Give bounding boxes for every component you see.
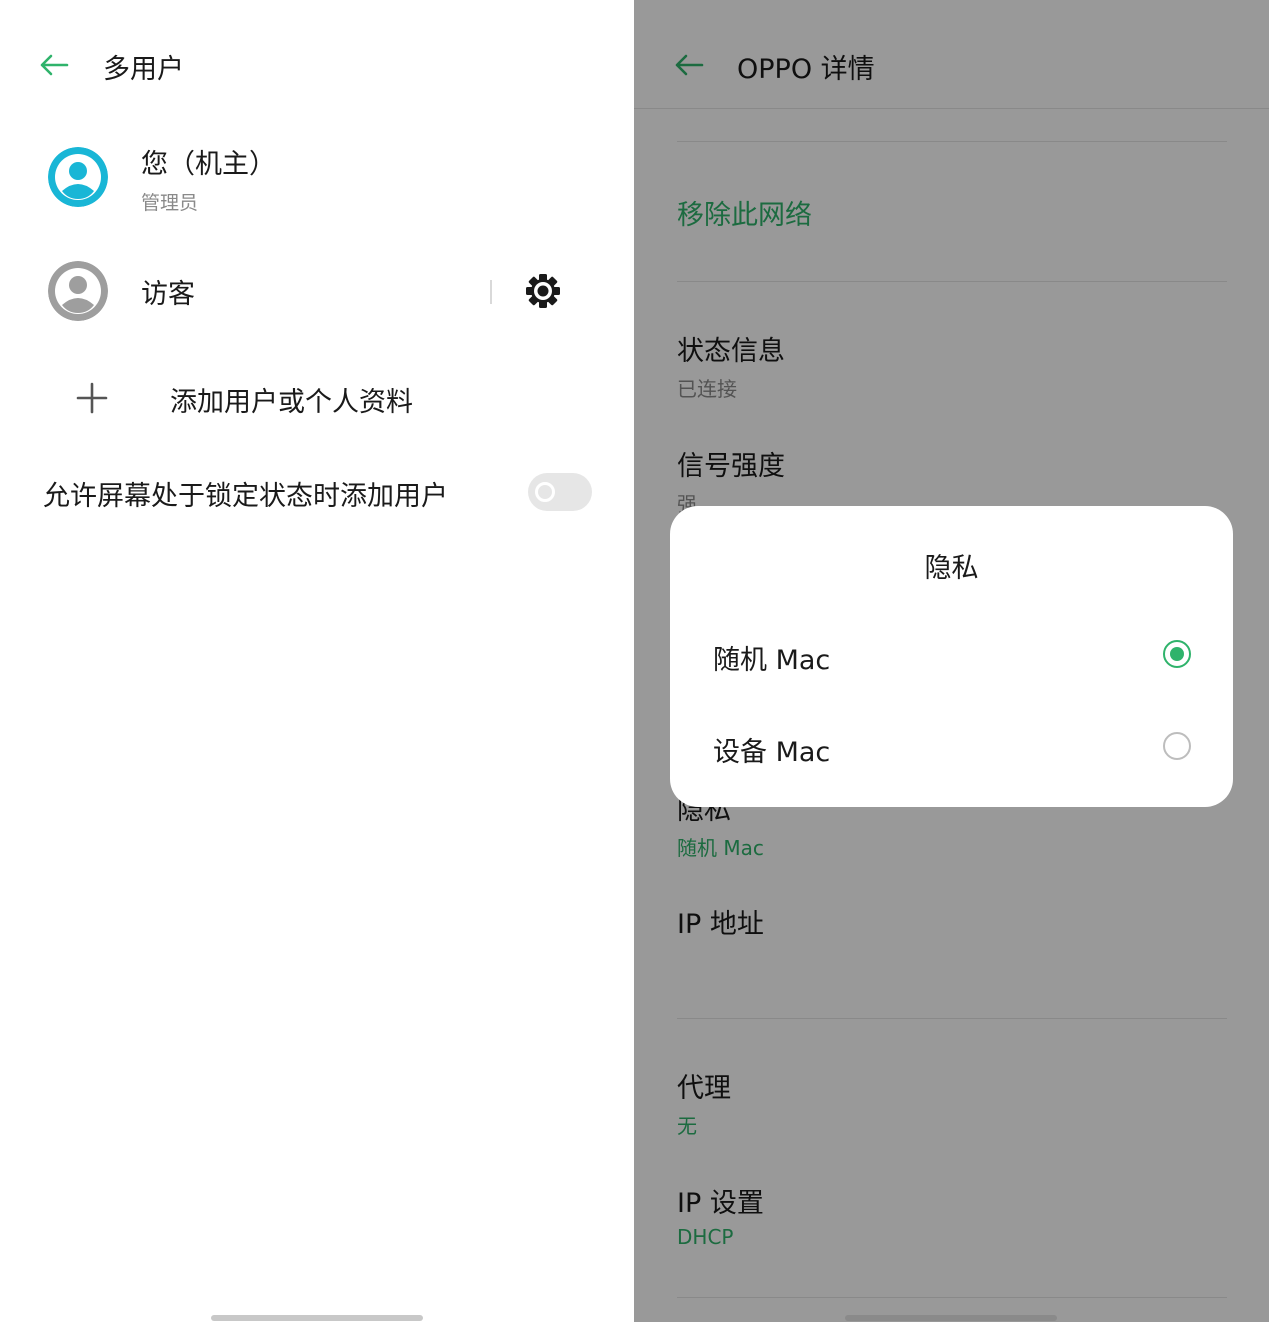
option-label: 随机 Mac [713, 645, 831, 676]
option-device-mac[interactable]: 设备 Mac [670, 708, 1233, 784]
lock-screen-add-label: 允许屏幕处于锁定状态时添加用户 [43, 481, 448, 512]
user-role: 管理员 [141, 192, 199, 214]
lock-screen-add-toggle[interactable] [528, 473, 592, 511]
option-random-mac[interactable]: 随机 Mac [670, 616, 1233, 692]
page-title: 多用户 [103, 54, 184, 85]
user-name: 访客 [141, 279, 195, 310]
back-arrow-icon[interactable] [37, 48, 71, 82]
radio-selected[interactable] [1163, 640, 1191, 668]
user-name: 您（机主） [141, 149, 276, 180]
privacy-dialog: 隐私 随机 Mac 设备 Mac [670, 506, 1233, 807]
user-row-guest[interactable]: 访客 [0, 248, 480, 336]
divider [490, 280, 492, 304]
radio-dot [1170, 647, 1184, 661]
user-row-owner[interactable]: 您（机主） 管理员 [0, 128, 634, 228]
multi-user-screen: 多用户 您（机主） 管理员 访客 添加用户或个人资料 允许屏幕处于锁定状态时添加… [0, 0, 634, 1322]
user-avatar-icon [48, 261, 108, 321]
add-user-label: 添加用户或个人资料 [170, 387, 413, 418]
add-user-row[interactable]: 添加用户或个人资料 [0, 362, 634, 434]
radio-unselected[interactable] [1163, 732, 1191, 760]
plus-icon [76, 382, 108, 414]
gear-icon[interactable] [524, 272, 562, 310]
toggle-knob [535, 482, 555, 502]
user-avatar-icon [48, 147, 108, 207]
home-indicator[interactable] [211, 1315, 423, 1321]
dialog-title: 隐私 [924, 553, 979, 584]
wifi-details-screen: OPPO 详情 移除此网络 状态信息 已连接 信号强度 强 隐私 随机 Mac … [634, 0, 1269, 1322]
home-indicator[interactable] [845, 1315, 1057, 1321]
option-label: 设备 Mac [713, 737, 831, 768]
